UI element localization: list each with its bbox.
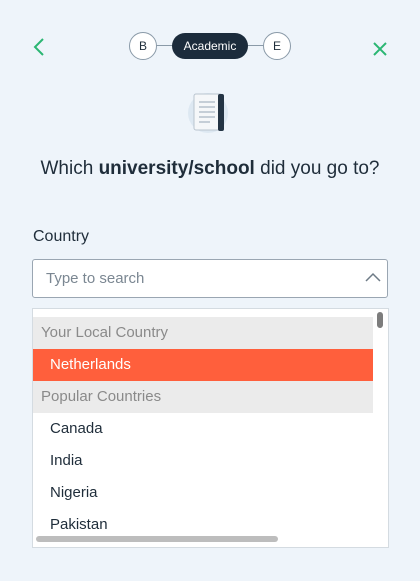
country-label: Country xyxy=(33,228,90,245)
country-dropdown-list[interactable]: Your Local Country Netherlands Popular C… xyxy=(32,308,389,548)
close-icon xyxy=(373,42,387,56)
dropdown-toggle[interactable] xyxy=(363,268,383,288)
question-suffix: did you go to? xyxy=(254,158,380,179)
question-prefix: Which xyxy=(40,158,99,179)
option-nigeria[interactable]: Nigeria xyxy=(33,477,373,509)
step-next[interactable]: E xyxy=(263,32,291,60)
step-current: Academic xyxy=(172,33,248,59)
country-search-box[interactable] xyxy=(32,259,388,298)
horizontal-scrollbar[interactable] xyxy=(36,536,278,542)
option-india[interactable]: India xyxy=(33,445,373,477)
progress-stepper: B Academic E xyxy=(129,32,291,60)
stepper-connector xyxy=(155,45,173,46)
group-header-local: Your Local Country xyxy=(33,317,373,349)
chevron-left-icon xyxy=(33,38,44,56)
option-canada[interactable]: Canada xyxy=(33,413,373,445)
back-button[interactable] xyxy=(30,34,50,60)
step-previous[interactable]: B xyxy=(129,32,157,60)
top-bar: B Academic E xyxy=(0,0,420,90)
group-header-popular: Popular Countries xyxy=(33,381,373,413)
close-button[interactable] xyxy=(369,38,391,60)
question-heading: Which university/school did you go to? xyxy=(0,158,420,180)
country-search-input[interactable] xyxy=(33,260,356,297)
option-netherlands[interactable]: Netherlands xyxy=(33,349,373,381)
chevron-up-icon xyxy=(365,272,381,282)
question-emphasis: university/school xyxy=(98,158,255,179)
vertical-scrollbar[interactable] xyxy=(377,312,383,328)
document-icon xyxy=(184,88,234,136)
